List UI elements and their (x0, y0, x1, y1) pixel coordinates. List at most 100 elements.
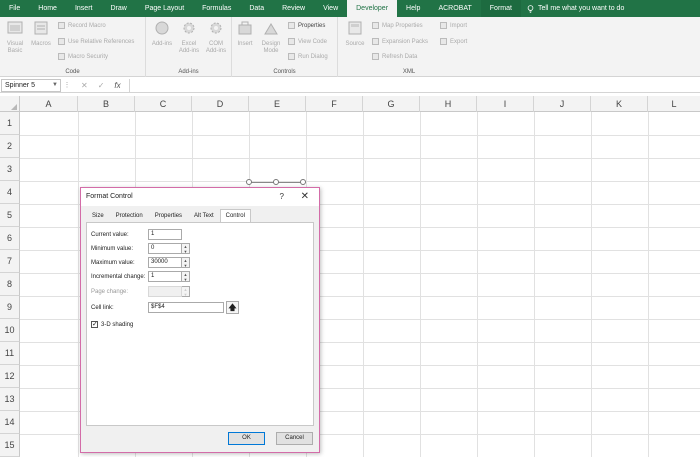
select-all-button[interactable] (0, 96, 20, 112)
tell-me-box[interactable]: Tell me what you want to do (527, 4, 624, 13)
ok-button[interactable]: OK (228, 432, 265, 445)
refresh-data-button[interactable]: Refresh Data (372, 53, 417, 60)
shading-checkbox[interactable]: ✓ (91, 321, 98, 328)
column-header[interactable]: D (192, 96, 249, 112)
macro-security-button[interactable]: Macro Security (58, 53, 108, 60)
row-header[interactable]: 5 (0, 204, 20, 227)
run-dialog-button[interactable]: Run Dialog (288, 53, 328, 60)
row-header[interactable]: 3 (0, 158, 20, 181)
incremental-change-input[interactable]: 1 (148, 271, 182, 282)
spin-down-icon[interactable]: ▼ (182, 263, 189, 268)
column-header[interactable]: I (477, 96, 534, 112)
tab-help[interactable]: Help (397, 0, 429, 17)
maximum-value-spinner[interactable]: ▲ ▼ (182, 257, 190, 268)
tab-format[interactable]: Format (480, 0, 521, 17)
spin-down-icon[interactable]: ▼ (182, 249, 189, 254)
minimum-value-spinner[interactable]: ▲ ▼ (182, 243, 190, 254)
row-header[interactable]: 4 (0, 181, 20, 204)
tab-file[interactable]: File (0, 0, 29, 17)
tab-page-layout[interactable]: Page Layout (136, 0, 193, 17)
column-header[interactable]: K (591, 96, 648, 112)
source-button[interactable]: Source (342, 20, 368, 48)
use-relative-references-button[interactable]: Use Relative References (58, 38, 134, 45)
row-header[interactable]: 1 (0, 112, 20, 135)
warning-icon (58, 53, 65, 60)
tab-acrobat[interactable]: ACROBAT (429, 0, 480, 17)
spin-down-icon[interactable]: ▼ (182, 277, 189, 282)
tab-draw[interactable]: Draw (101, 0, 135, 17)
tab-alt-text[interactable]: Alt Text (188, 209, 220, 222)
visual-basic-label: Visual Basic (6, 41, 24, 54)
properties-button[interactable]: Properties (288, 22, 325, 29)
cancel-button[interactable]: Cancel (276, 432, 313, 445)
tab-data[interactable]: Data (240, 0, 273, 17)
dialog-title-bar[interactable]: Format Control ? ✕ (81, 188, 319, 206)
row-header[interactable]: 12 (0, 365, 20, 388)
current-value-input[interactable]: 1 (148, 229, 182, 240)
expansion-packs-button[interactable]: Expansion Packs (372, 38, 428, 45)
column-header[interactable]: H (420, 96, 477, 112)
tab-properties[interactable]: Properties (149, 209, 188, 222)
tab-formulas[interactable]: Formulas (193, 0, 240, 17)
column-header[interactable]: C (135, 96, 192, 112)
spin-down-icon: ▼ (183, 292, 188, 297)
row-header[interactable]: 6 (0, 227, 20, 250)
column-header[interactable]: A (20, 96, 78, 112)
incremental-change-spinner[interactable]: ▲ ▼ (182, 271, 190, 282)
row-header[interactable]: 7 (0, 250, 20, 273)
formula-input[interactable] (128, 78, 699, 92)
column-header[interactable]: E (249, 96, 306, 112)
grid-line (420, 112, 421, 457)
name-box[interactable]: Spinner 5 ▼ (1, 78, 61, 92)
row-header[interactable]: 13 (0, 388, 20, 411)
run-dialog-label: Run Dialog (298, 53, 328, 60)
maximum-value-input[interactable]: 30000 (148, 257, 182, 268)
column-header[interactable]: F (306, 96, 363, 112)
com-addins-button[interactable]: COM Add-ins (203, 20, 229, 55)
chevron-down-icon[interactable]: ▼ (52, 80, 58, 91)
tab-review[interactable]: Review (273, 0, 314, 17)
ribbon: Visual Basic Macros Record Macro Use Rel… (0, 17, 700, 77)
insert-function-icon[interactable]: fx (114, 81, 120, 90)
row-header[interactable]: 9 (0, 296, 20, 319)
record-macro-button[interactable]: Record Macro (58, 22, 106, 29)
addins-button[interactable]: Add-ins (149, 20, 175, 48)
column-header[interactable]: J (534, 96, 591, 112)
cancel-icon[interactable]: ✕ (81, 81, 88, 90)
enter-check-icon[interactable]: ✓ (98, 81, 105, 90)
row-header[interactable]: 10 (0, 319, 20, 342)
row-header[interactable]: 11 (0, 342, 20, 365)
excel-addins-button[interactable]: Excel Add-ins (176, 20, 202, 55)
view-code-button[interactable]: View Code (288, 38, 327, 45)
group-addins: Add-ins Excel Add-ins COM Add-ins Add-in… (146, 17, 232, 77)
column-header[interactable]: G (363, 96, 420, 112)
import-button[interactable]: Import (440, 22, 467, 29)
help-icon[interactable]: ? (280, 188, 284, 206)
column-header[interactable]: L (648, 96, 700, 112)
tab-insert[interactable]: Insert (66, 0, 102, 17)
tab-protection[interactable]: Protection (110, 209, 149, 222)
close-icon[interactable]: ✕ (301, 188, 309, 206)
resize-handle[interactable] (273, 179, 279, 185)
cell-link-input[interactable]: $F$4 (148, 302, 224, 313)
resize-handle[interactable] (246, 179, 252, 185)
row-header[interactable]: 2 (0, 135, 20, 158)
tab-size[interactable]: Size (86, 209, 110, 222)
resize-handle[interactable] (300, 179, 306, 185)
visual-basic-button[interactable]: Visual Basic (2, 20, 28, 55)
minimum-value-input[interactable]: 0 (148, 243, 182, 254)
tab-home[interactable]: Home (29, 0, 66, 17)
column-header[interactable]: B (78, 96, 135, 112)
tab-developer[interactable]: Developer (347, 0, 398, 17)
macros-button[interactable]: Macros (28, 20, 54, 48)
collapse-dialog-arrow-icon[interactable]: 🡅 (226, 301, 239, 314)
design-mode-button[interactable]: Design Mode (258, 20, 284, 55)
row-header[interactable]: 8 (0, 273, 20, 296)
insert-control-button[interactable]: Insert (232, 20, 258, 48)
row-header[interactable]: 15 (0, 434, 20, 457)
row-header[interactable]: 14 (0, 411, 20, 434)
tab-control[interactable]: Control (219, 209, 251, 222)
export-button[interactable]: Export (440, 38, 467, 45)
tab-view[interactable]: View (314, 0, 347, 17)
map-properties-button[interactable]: Map Properties (372, 22, 423, 29)
